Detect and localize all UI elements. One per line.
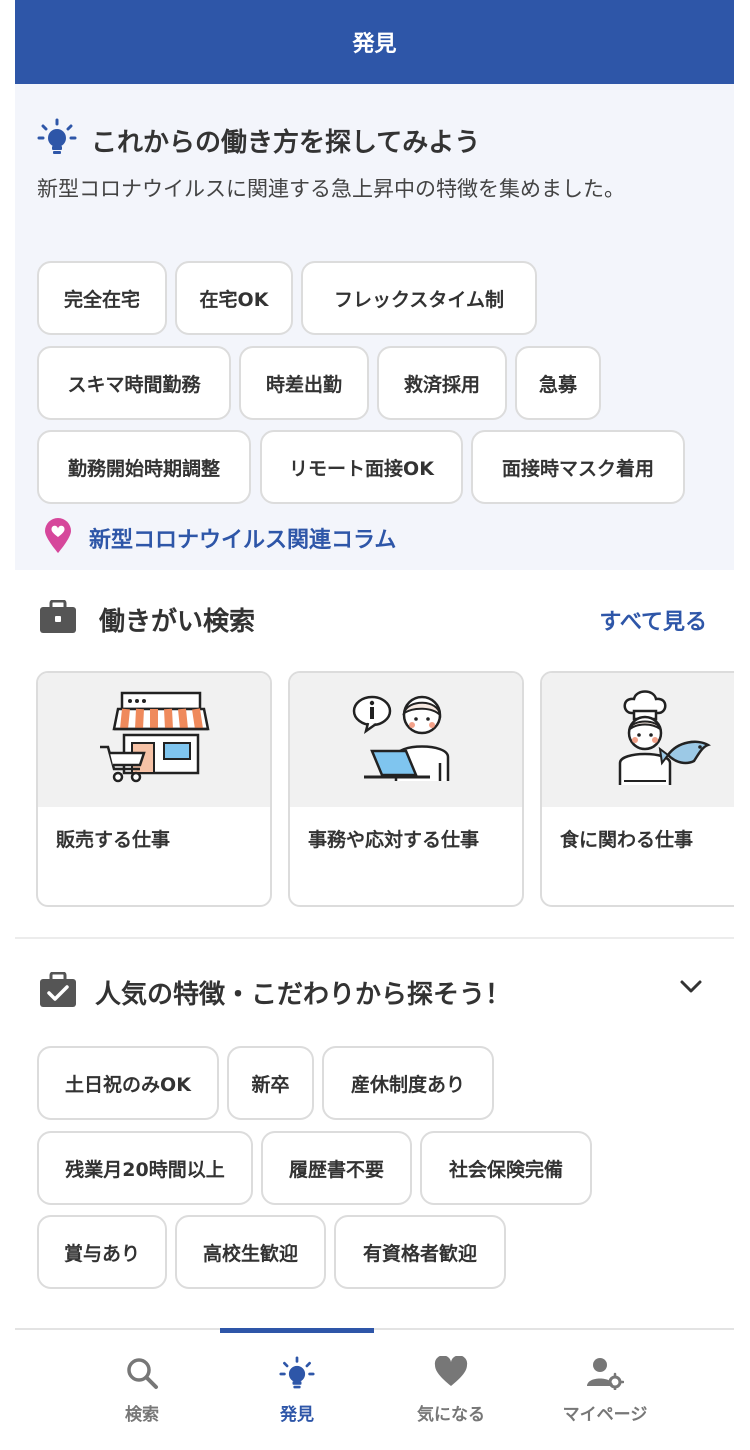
nav-label: 気になる <box>417 1405 485 1425</box>
tag-chip[interactable]: 高校生歓迎 <box>175 1215 326 1289</box>
bulb-icon <box>207 1356 387 1390</box>
bulb-icon <box>37 118 77 162</box>
nav-label: 発見 <box>280 1405 314 1425</box>
tag-chip[interactable]: スキマ時間勤務 <box>37 346 231 420</box>
bottom-nav: 検索 発見 気になる マイページ <box>15 1328 734 1450</box>
tag-chip[interactable]: 残業月20時間以上 <box>37 1131 253 1205</box>
column-link-label: 新型コロナウイルス関連コラム <box>89 528 397 553</box>
tag-chip[interactable]: 産休制度あり <box>322 1046 494 1120</box>
chef-illustration <box>542 673 734 807</box>
work-search-title: 働きがい検索 <box>99 606 256 637</box>
popular-features-title: 人気の特徴・こだわりから探そう！ <box>95 979 512 1010</box>
tag-chip[interactable]: 新卒 <box>227 1046 314 1120</box>
discover-section: これからの働き方を探してみよう 新型コロナウイルスに関連する急上昇中の特徴を集め… <box>15 84 734 570</box>
job-category-label: 販売する仕事 <box>56 829 171 851</box>
tag-chip[interactable]: 有資格者歓迎 <box>334 1215 506 1289</box>
section-divider <box>15 937 734 939</box>
nav-label: 検索 <box>125 1405 159 1425</box>
tag-chip[interactable]: リモート面接OK <box>260 430 463 504</box>
column-link[interactable]: 新型コロナウイルス関連コラム <box>43 518 396 558</box>
search-icon <box>52 1356 232 1390</box>
chevron-down-icon[interactable] <box>678 974 704 1004</box>
nav-item-favorites[interactable]: 気になる <box>361 1330 541 1450</box>
nav-item-discover[interactable]: 発見 <box>207 1330 387 1450</box>
discover-header: これからの働き方を探してみよう <box>37 118 480 162</box>
tag-chip[interactable]: 時差出勤 <box>239 346 369 420</box>
nav-label: マイページ <box>562 1405 648 1425</box>
app-header: 発見 <box>15 0 734 84</box>
tag-chip[interactable]: 面接時マスク着用 <box>471 430 685 504</box>
discover-title: これからの働き方を探してみよう <box>91 127 481 158</box>
briefcase-icon <box>39 599 77 638</box>
job-category-card[interactable]: 食に関わる仕事 <box>540 671 734 907</box>
app-screen: 発見 これからの働き方を探してみよう 新型コロナウイルスに関連する急上昇中の特徴… <box>15 0 734 1450</box>
nav-item-search[interactable]: 検索 <box>52 1330 232 1450</box>
work-search-header: 働きがい検索 <box>39 599 256 638</box>
tag-chip[interactable]: 急募 <box>515 346 601 420</box>
job-category-label: 事務や応対する仕事 <box>308 829 480 851</box>
heart-icon <box>361 1356 541 1390</box>
shop-illustration <box>38 673 270 807</box>
discover-description: 新型コロナウイルスに関連する急上昇中の特徴を集めました。 <box>37 177 625 201</box>
popular-features-header: 人気の特徴・こだわりから探そう！ <box>39 971 512 1012</box>
office-illustration <box>290 673 522 807</box>
nav-item-mypage[interactable]: マイページ <box>515 1330 695 1450</box>
tag-chip[interactable]: 土日祝のみOK <box>37 1046 219 1120</box>
page-title: 発見 <box>352 32 397 57</box>
tag-chip[interactable]: 社会保険完備 <box>420 1131 592 1205</box>
tag-chip[interactable]: フレックスタイム制 <box>301 261 537 335</box>
tag-chip[interactable]: 履歴書不要 <box>261 1131 412 1205</box>
tag-chip[interactable]: 賞与あり <box>37 1215 167 1289</box>
tag-chip[interactable]: 完全在宅 <box>37 261 167 335</box>
job-category-card[interactable]: 販売する仕事 <box>36 671 272 907</box>
tag-chip[interactable]: 救済採用 <box>377 346 507 420</box>
tag-chip[interactable]: 在宅OK <box>175 261 293 335</box>
user-settings-icon <box>515 1356 695 1390</box>
checklist-icon <box>39 971 77 1012</box>
job-category-label: 食に関わる仕事 <box>560 829 694 851</box>
job-category-card[interactable]: 事務や応対する仕事 <box>288 671 524 907</box>
tag-chip[interactable]: 勤務開始時期調整 <box>37 430 251 504</box>
see-all-link[interactable]: すべて見る <box>599 604 707 636</box>
location-heart-icon <box>43 518 73 558</box>
